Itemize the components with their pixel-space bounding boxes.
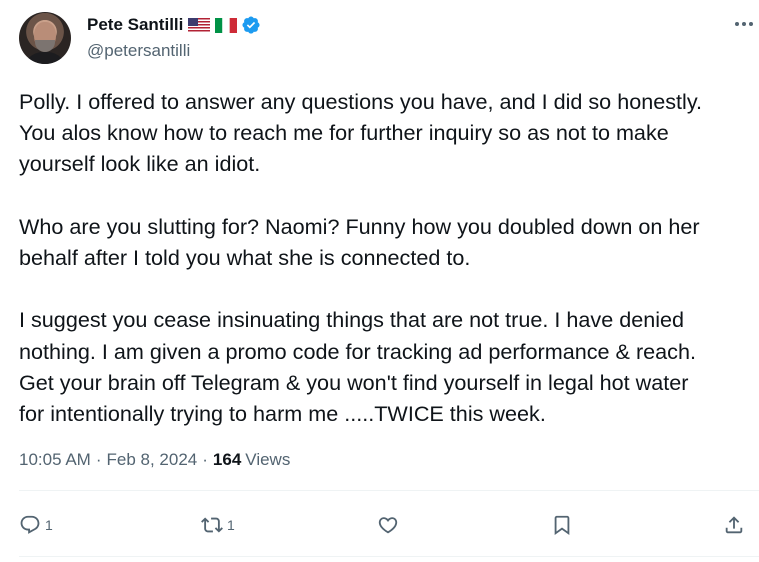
more-options-icon[interactable] xyxy=(733,14,755,34)
tweet-time[interactable]: 10:05 AM xyxy=(19,450,91,470)
meta-separator: · xyxy=(95,450,102,469)
repost-count: 1 xyxy=(227,517,235,533)
tweet-meta: 10:05 AM · Feb 8, 2024 · 164 Views xyxy=(19,450,290,470)
italy-flag-icon xyxy=(215,17,238,33)
avatar[interactable] xyxy=(19,12,71,64)
reply-button[interactable]: 1 xyxy=(19,506,53,544)
verified-badge-icon xyxy=(242,16,260,34)
tweet-paragraph: Who are you slutting for? Naomi? Funny h… xyxy=(19,213,700,270)
avatar-suit xyxy=(23,52,67,64)
like-icon xyxy=(378,517,398,534)
author-handle[interactable]: @petersantilli xyxy=(87,41,190,61)
bookmark-icon xyxy=(554,515,570,536)
meta-separator: · xyxy=(202,450,208,469)
avatar-beard xyxy=(35,40,55,52)
divider xyxy=(19,556,759,557)
repost-icon xyxy=(201,517,223,533)
views-label: Views xyxy=(245,450,291,469)
share-icon xyxy=(725,516,743,534)
us-flag-icon xyxy=(188,17,211,33)
action-bar: 1 1 xyxy=(19,506,759,544)
reply-count: 1 xyxy=(45,517,53,533)
like-button[interactable] xyxy=(377,506,403,544)
share-button[interactable] xyxy=(723,506,745,544)
divider xyxy=(19,490,759,491)
reply-icon xyxy=(20,515,40,534)
bookmark-button[interactable] xyxy=(551,506,573,544)
display-name[interactable]: Pete Santilli xyxy=(87,15,183,35)
tweet-text: Polly. I offered to answer any questions… xyxy=(19,86,754,429)
tweet-paragraph: I suggest you cease insinuating things t… xyxy=(19,307,696,426)
tweet-paragraph: Polly. I offered to answer any questions… xyxy=(19,89,703,177)
author-name-row: Pete Santilli xyxy=(87,14,261,36)
repost-button[interactable]: 1 xyxy=(201,506,235,544)
views-count: 164 xyxy=(212,450,242,469)
tweet-date[interactable]: Feb 8, 2024 xyxy=(107,450,198,470)
